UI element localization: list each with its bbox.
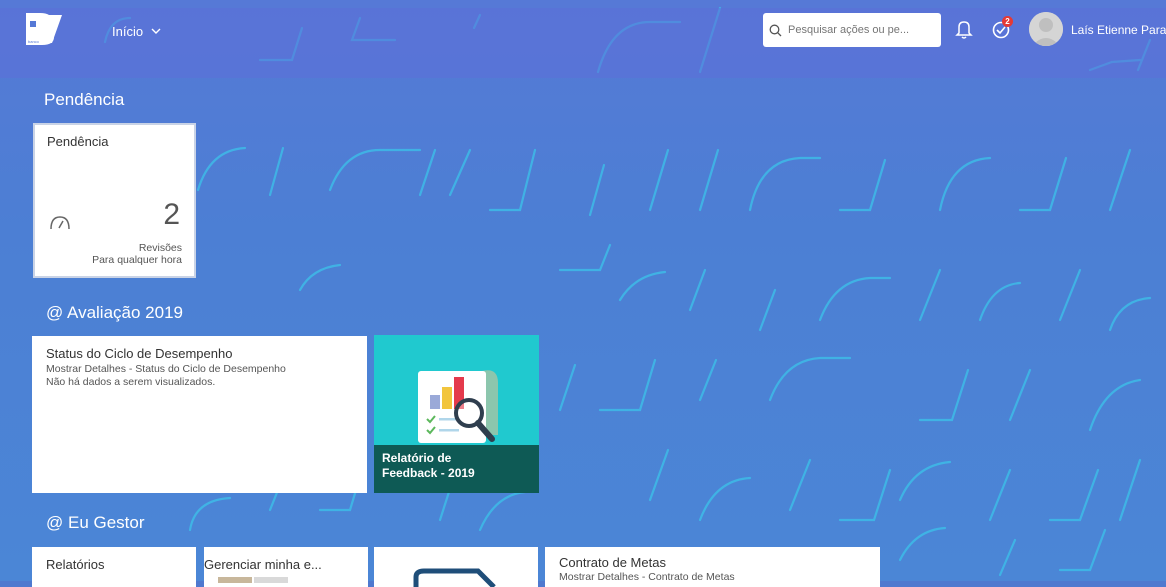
tile-gerenciar-title: Gerenciar minha e... (204, 557, 322, 572)
search-input[interactable] (786, 23, 930, 37)
tile-app-launcher[interactable] (374, 547, 538, 587)
tile-contrato-subtitle: Mostrar Detalhes - Contrato de Metas (559, 571, 735, 583)
section-title-pendencia: Pendência (44, 90, 125, 109)
tile-feedback-caption-line1: Relatório de (382, 451, 452, 465)
bell-icon[interactable] (953, 18, 975, 40)
user-avatar-icon (1029, 12, 1063, 46)
tile-feedback-caption: Relatório de Feedback - 2019 (374, 445, 539, 493)
gauge-icon (50, 216, 70, 230)
tile-contrato-title: Contrato de Metas (559, 555, 666, 570)
tile-pendencia-value: 2 (163, 198, 180, 231)
chevron-down-icon (151, 28, 161, 34)
search-box[interactable] (763, 13, 941, 47)
tile-pendencia[interactable]: Pendência 2 Revisões Para qualquer hora (33, 123, 196, 278)
svg-text:banco: banco (28, 39, 40, 44)
tile-contrato-metas[interactable]: Contrato de Metas Mostrar Detalhes - Con… (545, 547, 880, 587)
search-icon (769, 24, 782, 36)
section-title-avaliacao: @ Avaliação 2019 (46, 303, 183, 322)
home-menu[interactable]: Início (112, 24, 161, 39)
tile-status-ciclo-title: Status do Ciclo de Desempenho (46, 346, 233, 361)
tile-status-ciclo-message: Não há dados a serem visualizados. (46, 376, 216, 388)
tile-feedback-report[interactable]: Relatório de Feedback - 2019 (374, 335, 539, 493)
tile-relatorios-title: Relatórios (46, 557, 105, 572)
section-title-gestor: @ Eu Gestor (46, 513, 145, 532)
user-name[interactable]: Laís Etienne Para (1071, 23, 1166, 37)
tile-pendencia-unit: Revisões (138, 242, 182, 254)
tile-relatorios[interactable]: Relatórios (32, 547, 196, 587)
team-avatars-icon (218, 577, 288, 583)
tile-status-ciclo[interactable]: Status do Ciclo de Desempenho Mostrar De… (32, 336, 367, 493)
logo-icon[interactable]: banco (22, 9, 66, 49)
tile-status-ciclo-subtitle: Mostrar Detalhes - Status do Ciclo de De… (46, 363, 286, 375)
notification-badge: 2 (1002, 16, 1013, 27)
tile-gerenciar[interactable]: Gerenciar minha e... (204, 547, 368, 587)
tile-pendencia-footer: Para qualquer hora (92, 254, 182, 266)
home-menu-label: Início (112, 24, 144, 39)
tile-pendencia-title: Pendência (47, 134, 109, 149)
background-pattern (103, 6, 1152, 577)
tile-feedback-caption-line2: Feedback - 2019 (382, 466, 475, 480)
app-icon (413, 568, 496, 587)
avatar[interactable] (1029, 12, 1063, 46)
report-magnifier-icon (418, 370, 498, 443)
